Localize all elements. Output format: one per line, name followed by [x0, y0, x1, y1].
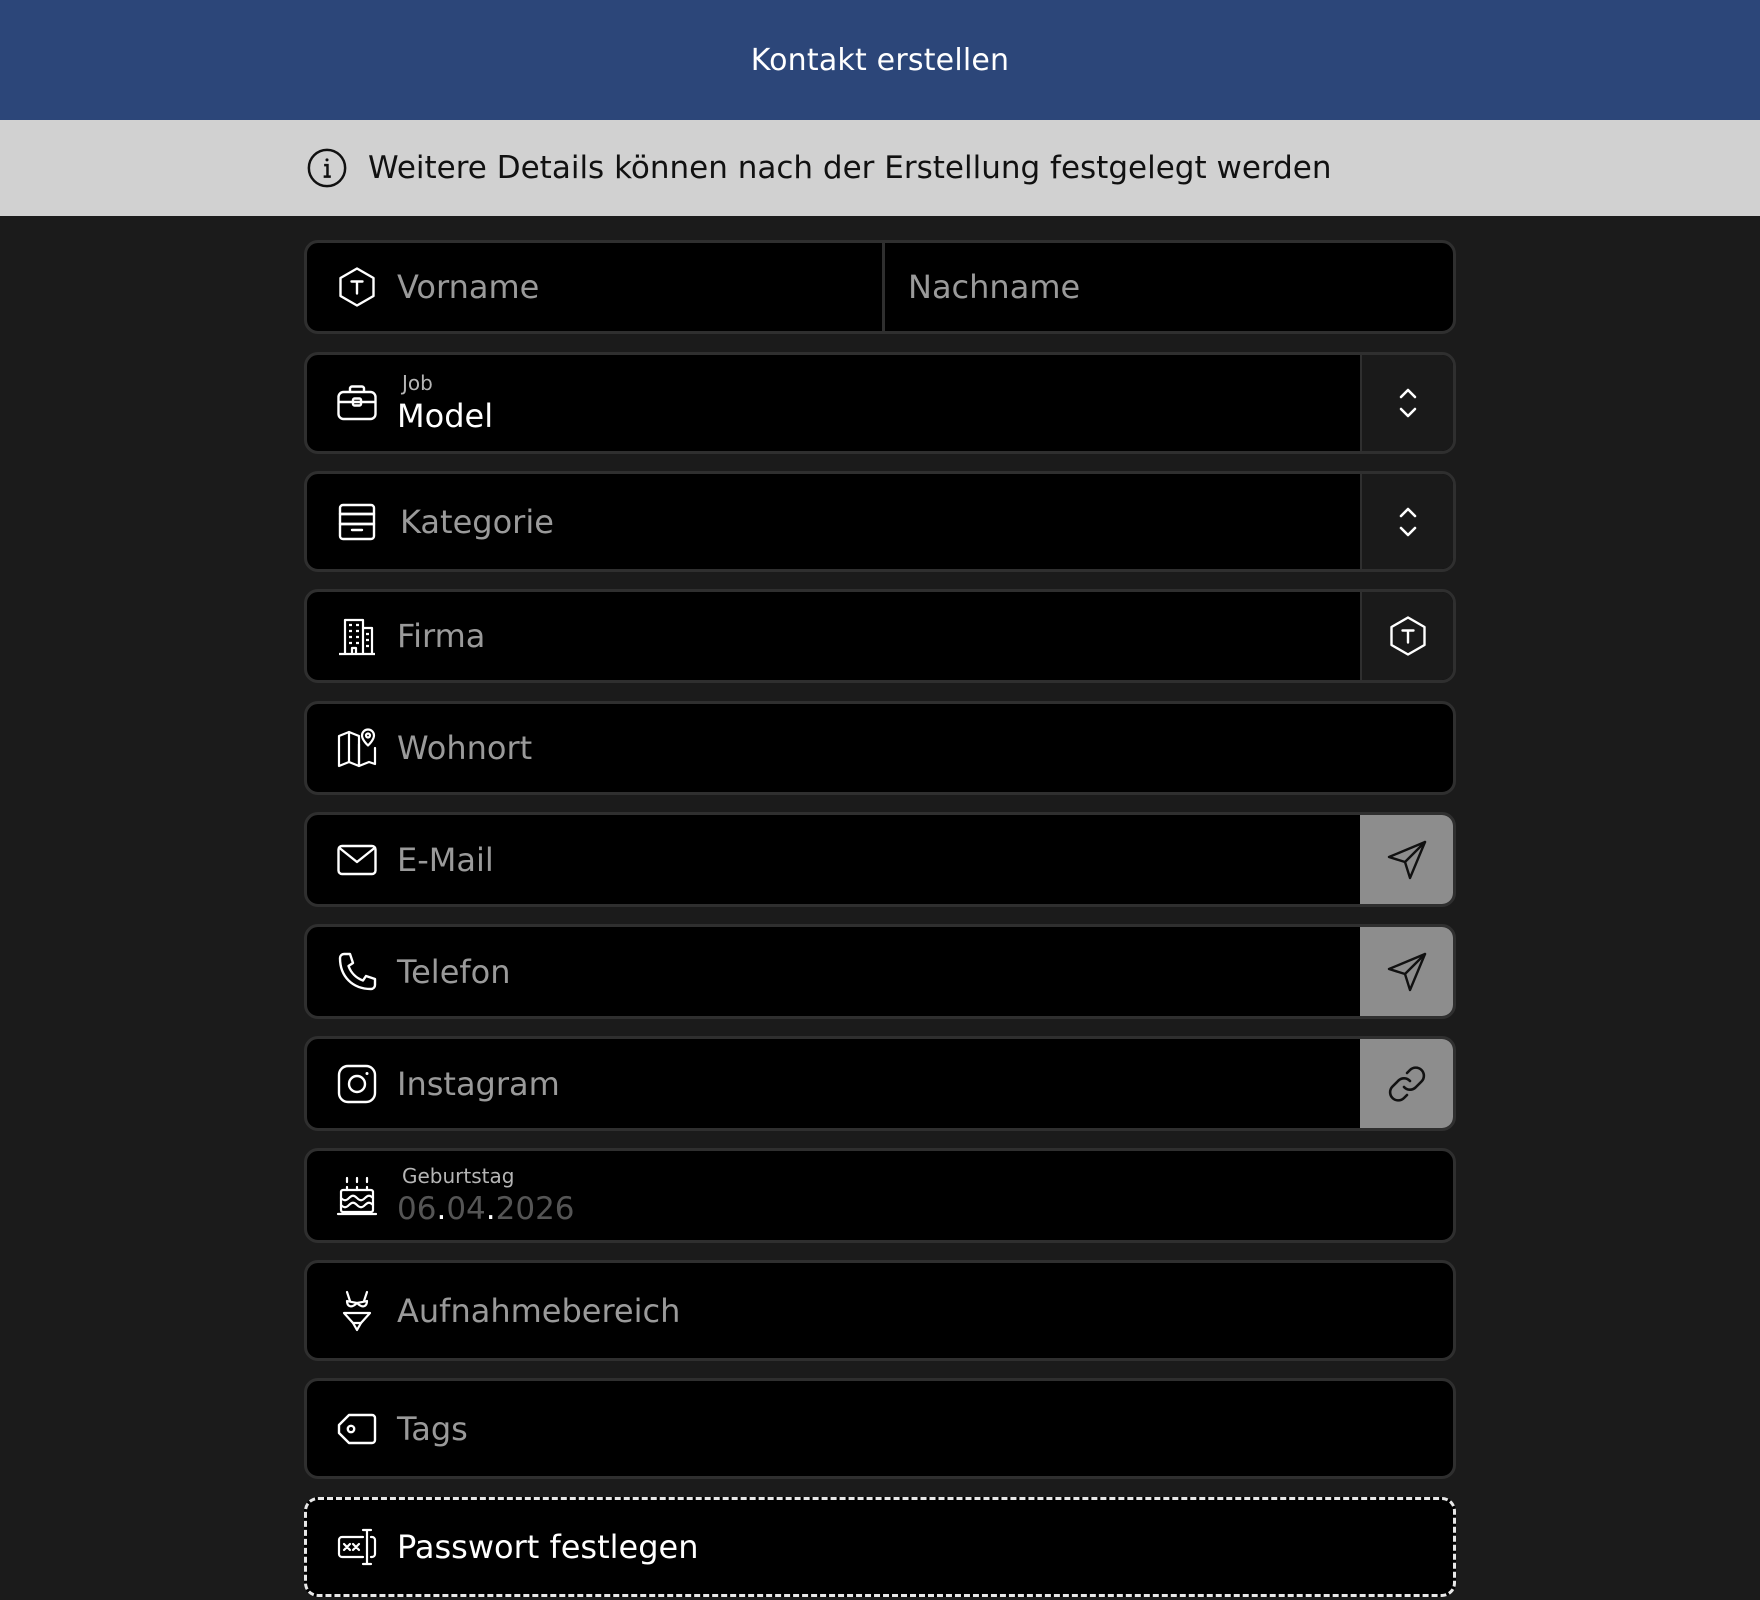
- phone-input[interactable]: Telefon: [397, 953, 511, 991]
- company-input[interactable]: Firma: [397, 617, 485, 655]
- category-select[interactable]: Kategorie: [304, 471, 1456, 572]
- category-placeholder: Kategorie: [400, 502, 554, 541]
- building-icon: [335, 614, 379, 658]
- name-field-group: Vorname Nachname: [304, 240, 1456, 334]
- birthday-value: 06.04.2026: [397, 1191, 575, 1227]
- set-password-button[interactable]: Passwort festlegen: [304, 1497, 1456, 1597]
- company-text-button[interactable]: [1360, 592, 1453, 680]
- send-phone-button[interactable]: [1360, 927, 1453, 1016]
- birthday-year: 2026: [495, 1191, 575, 1227]
- password-icon: [335, 1525, 379, 1569]
- archive-icon: [335, 500, 379, 544]
- birthday-separator: .: [485, 1191, 496, 1227]
- send-icon: [1387, 952, 1426, 991]
- birthday-separator: .: [436, 1191, 447, 1227]
- map-pin-icon: [335, 726, 379, 770]
- job-label: Job: [402, 371, 433, 395]
- company-field: Firma: [304, 589, 1456, 683]
- phone-field: Telefon: [304, 924, 1456, 1019]
- lastname-input[interactable]: Nachname: [908, 268, 1080, 306]
- chevron-up-down-icon: [1399, 507, 1416, 536]
- send-icon: [1387, 840, 1426, 879]
- instagram-link-button[interactable]: [1360, 1039, 1453, 1128]
- text-hexagon-icon: [1389, 616, 1426, 656]
- firstname-input[interactable]: Vorname: [397, 268, 539, 306]
- briefcase-icon: [335, 381, 379, 425]
- phone-icon: [335, 950, 379, 994]
- cake-icon: [335, 1174, 379, 1218]
- chevron-up-down-icon: [1399, 388, 1416, 418]
- birthday-month: 04: [446, 1191, 486, 1227]
- bikini-icon: [335, 1289, 379, 1333]
- birthday-label: Geburtstag: [402, 1164, 515, 1188]
- birthday-day: 06: [397, 1191, 437, 1227]
- job-value: Model: [397, 397, 494, 435]
- text-hexagon-icon: [335, 265, 379, 309]
- name-divider: [882, 243, 885, 331]
- page-title: Kontakt erstellen: [750, 42, 1010, 78]
- email-field: E-Mail: [304, 812, 1456, 907]
- send-email-button[interactable]: [1360, 815, 1453, 904]
- info-icon: [307, 148, 347, 188]
- info-banner: Weitere Details können nach der Erstellu…: [0, 120, 1760, 216]
- instagram-icon: [335, 1062, 379, 1106]
- shooting-area-placeholder: Aufnahmebereich: [397, 1291, 681, 1330]
- job-select[interactable]: Job Model: [304, 352, 1456, 454]
- mail-icon: [335, 838, 379, 882]
- tag-icon: [335, 1407, 379, 1451]
- link-icon: [1388, 1065, 1425, 1102]
- info-text: Weitere Details können nach der Erstellu…: [368, 150, 1332, 186]
- birthday-field[interactable]: Geburtstag 06.04.2026: [304, 1148, 1456, 1243]
- residence-field: Wohnort: [304, 701, 1456, 795]
- header-bar: Kontakt erstellen: [0, 0, 1760, 120]
- tags-field[interactable]: Tags: [304, 1378, 1456, 1479]
- job-select-toggle[interactable]: [1360, 355, 1453, 451]
- instagram-field: Instagram: [304, 1036, 1456, 1131]
- residence-input[interactable]: Wohnort: [397, 729, 532, 767]
- category-select-toggle[interactable]: [1360, 474, 1453, 569]
- instagram-input[interactable]: Instagram: [397, 1065, 560, 1103]
- shooting-area-field[interactable]: Aufnahmebereich: [304, 1260, 1456, 1361]
- tags-placeholder: Tags: [397, 1409, 468, 1448]
- set-password-label: Passwort festlegen: [397, 1528, 699, 1566]
- email-input[interactable]: E-Mail: [397, 841, 494, 879]
